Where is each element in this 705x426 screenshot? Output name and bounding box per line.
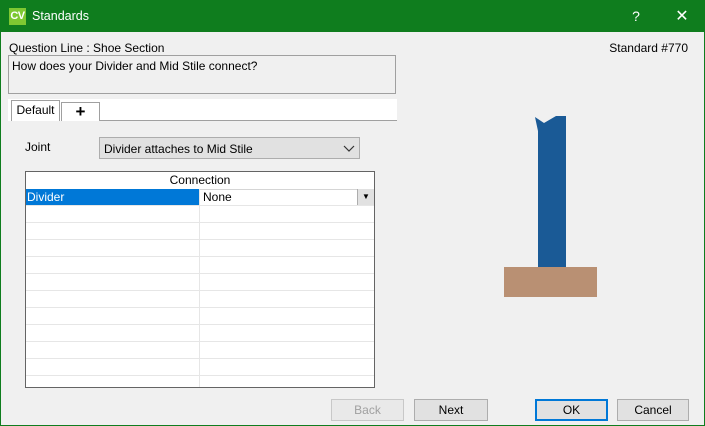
grid-cell-value[interactable] [200,291,374,307]
grid-cell-name[interactable] [26,308,200,324]
cancel-button[interactable]: Cancel [617,399,689,421]
tab-strip-divider [100,120,397,121]
grid-cell-value[interactable] [200,223,374,239]
grid-cell-name[interactable] [26,359,200,375]
table-row[interactable]: Divider None ▼ [26,189,374,206]
add-tab-button[interactable]: + [61,102,100,121]
tab-default[interactable]: Default [11,100,60,121]
grid-cell-value[interactable] [200,325,374,341]
joint-label: Joint [25,140,51,154]
grid-cell-name[interactable] [26,206,200,222]
table-row[interactable] [26,240,374,257]
grid-cell-name[interactable]: Divider [26,189,200,205]
table-row[interactable] [26,291,374,308]
standard-number-label: Standard #770 [609,41,688,55]
grid-cell-name[interactable] [26,223,200,239]
table-row[interactable] [26,325,374,342]
grid-cell-value-text: None [203,190,232,204]
grid-cell-value[interactable] [200,240,374,256]
grid-cell-name[interactable] [26,240,200,256]
divider-shape [535,116,566,267]
grid-cell-name[interactable] [26,325,200,341]
grid-cell-value[interactable] [200,257,374,273]
table-row[interactable] [26,376,374,387]
close-button[interactable]: ✕ [659,1,705,32]
grid-cell-value[interactable] [200,308,374,324]
joint-dropdown-value: Divider attaches to Mid Stile [104,142,253,156]
grid-cell-value[interactable] [200,342,374,358]
grid-cell-value[interactable] [200,376,374,387]
grid-cell-name[interactable] [26,376,200,387]
grid-cell-value[interactable]: None ▼ [200,189,374,205]
table-row[interactable] [26,274,374,291]
next-button[interactable]: Next [414,399,488,421]
table-row[interactable] [26,308,374,325]
grid-cell-value[interactable] [200,274,374,290]
window-title: Standards [32,9,89,23]
standards-dialog: CV Standards ? ✕ Question Line : Shoe Se… [0,0,705,426]
grid-cell-name[interactable] [26,257,200,273]
title-bar[interactable]: CV Standards ? ✕ [1,1,704,32]
table-row[interactable] [26,342,374,359]
grid-header-connection: Connection [26,172,374,190]
app-logo-icon: CV [9,8,26,25]
ok-button[interactable]: OK [535,399,608,421]
table-row[interactable] [26,206,374,223]
connection-grid: Connection Divider None ▼ [25,171,375,388]
dropdown-arrow-icon[interactable]: ▼ [357,189,374,205]
question-line-label: Question Line : Shoe Section [9,41,165,55]
table-row[interactable] [26,359,374,376]
grid-cell-name[interactable] [26,291,200,307]
grid-cell-value[interactable] [200,206,374,222]
help-button[interactable]: ? [613,1,659,32]
grid-cell-name[interactable] [26,274,200,290]
back-button[interactable]: Back [331,399,404,421]
question-text-box: How does your Divider and Mid Stile conn… [8,55,396,94]
chevron-down-icon [343,141,355,158]
table-row[interactable] [26,223,374,240]
joint-dropdown[interactable]: Divider attaches to Mid Stile [99,137,360,159]
table-row[interactable] [26,257,374,274]
grid-cell-value[interactable] [200,359,374,375]
joint-preview-image [504,116,597,297]
grid-cell-name[interactable] [26,342,200,358]
shoe-shape [504,267,597,297]
